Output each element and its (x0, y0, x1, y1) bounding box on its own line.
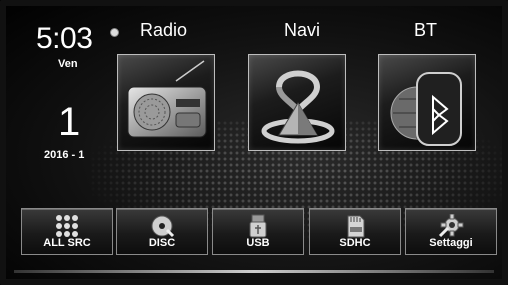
head-unit-screen: 5:03 Ven 1 2016 - 1 Radio Navi BT ALL SR… (0, 0, 508, 285)
bezel (0, 0, 508, 285)
